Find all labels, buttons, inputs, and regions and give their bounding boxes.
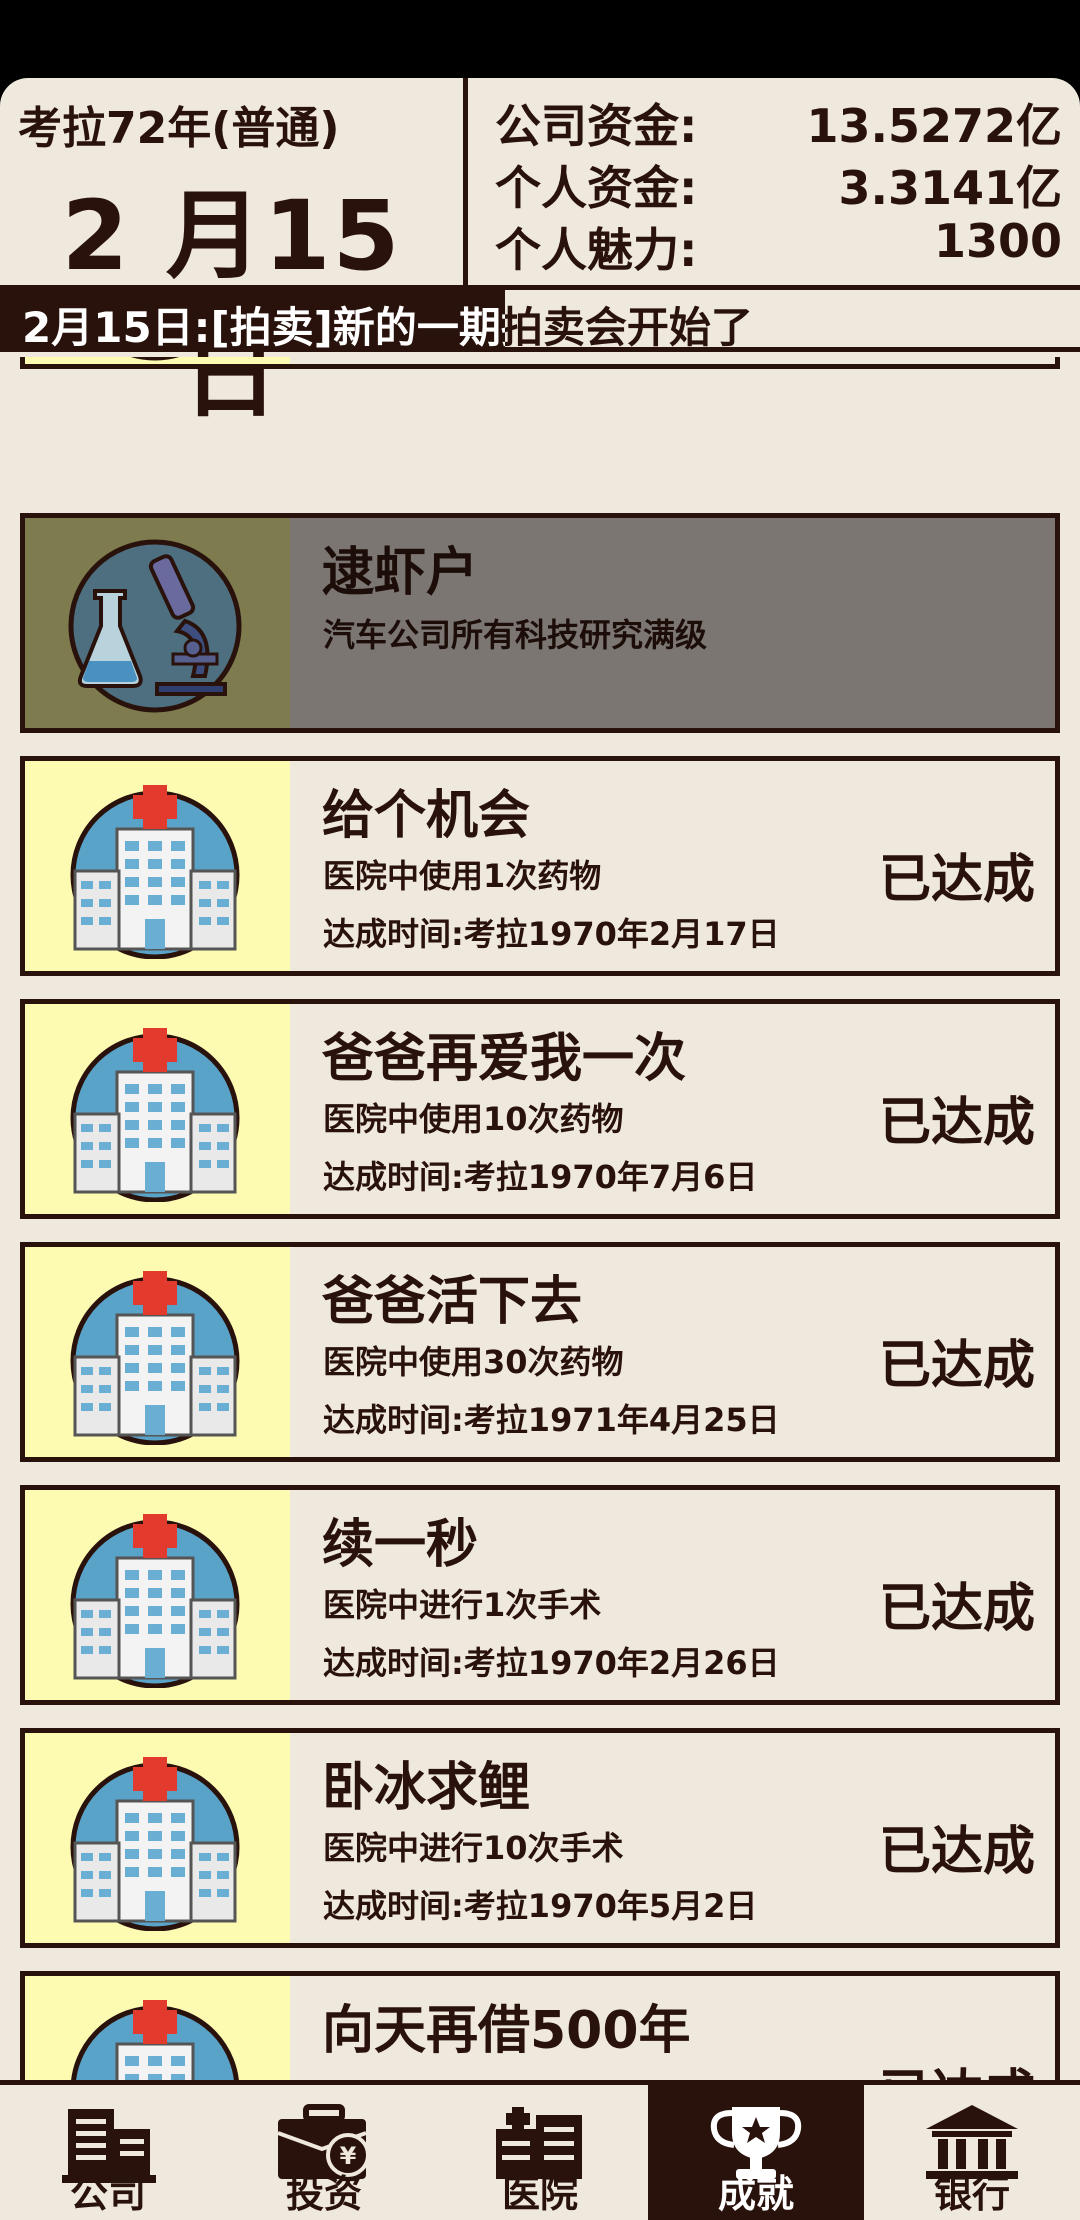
funds-panel: 公司资金: 13.5272亿 个人资金: 3.3141亿 个人魅力: 1300 bbox=[473, 78, 1080, 290]
company-funds-row: 公司资金: 13.5272亿 bbox=[495, 90, 1062, 153]
news-ticker[interactable]: 2月15日:[拍卖]新的一期拍卖会开始了 bbox=[0, 290, 1080, 352]
achievement-title: 爸爸再爱我一次 bbox=[322, 1029, 687, 1089]
achievement-thumb bbox=[25, 1976, 290, 2080]
achievement-status: 已达成 bbox=[878, 1336, 1035, 1396]
lab-icon bbox=[130, 357, 180, 361]
hospital-icon bbox=[70, 1514, 240, 1688]
charm-row: 个人魅力: 1300 bbox=[495, 214, 1062, 277]
achievement-thumb bbox=[25, 1004, 290, 1214]
nav-tab-achievements[interactable]: 成就 bbox=[648, 2085, 864, 2220]
achievement-time: 达成时间:考拉1970年7月6日 bbox=[323, 1158, 758, 1196]
charm-label: 个人魅力: bbox=[495, 223, 698, 277]
company-funds-label: 公司资金: bbox=[495, 99, 698, 153]
achievement-desc: 医院中使用1次药物 bbox=[323, 857, 602, 895]
achievement-desc: 医院中进行1次手术 bbox=[323, 1586, 602, 1624]
achievement-desc: 汽车公司所有科技研究满级 bbox=[323, 616, 708, 654]
year-label: 考拉72年(普通) bbox=[18, 103, 340, 154]
achievement-card[interactable]: 卧冰求鲤 医院中进行10次手术 达成时间:考拉1970年5月2日 已达成 bbox=[20, 1728, 1060, 1948]
achievement-desc: 医院中使用30次药物 bbox=[323, 1343, 624, 1381]
bottom-nav: 公司 ¥ 投资 医院 成就 银行 bbox=[0, 2080, 1080, 2220]
achievement-card[interactable]: 爸爸再爱我一次 医院中使用10次药物 达成时间:考拉1970年7月6日 已达成 bbox=[20, 999, 1060, 1219]
achievement-time: 达成时间:考拉1970年5月2日 bbox=[323, 1887, 758, 1925]
achievement-title: 卧冰求鲤 bbox=[322, 1758, 531, 1818]
personal-funds-label: 个人资金: bbox=[495, 161, 698, 215]
achievement-thumb bbox=[25, 1490, 290, 1700]
achievement-status: 已达成 bbox=[879, 2052, 1035, 2080]
charm-value: 1300 bbox=[933, 214, 1062, 268]
achievement-card[interactable]: 向天再借500年 已达成 bbox=[20, 1971, 1060, 2080]
achievement-desc: 医院中进行10次手术 bbox=[323, 1829, 624, 1867]
hospital-icon bbox=[70, 1028, 240, 1202]
hospital-icon bbox=[71, 2000, 239, 2080]
nav-label: 投资 bbox=[285, 2172, 362, 2216]
nav-tab-company[interactable]: 公司 bbox=[0, 2085, 216, 2220]
achievement-status: 已达成 bbox=[878, 1822, 1035, 1882]
achievement-status: 已达成 bbox=[878, 850, 1035, 910]
nav-tab-investment[interactable]: ¥ 投资 bbox=[216, 2085, 432, 2220]
status-header: 考拉72年(普通) 2 月15 日 公司资金: 13.5272亿 个人资金: 3… bbox=[0, 78, 1080, 431]
achievement-card[interactable]: 爸爸活下去 医院中使用30次药物 达成时间:考拉1971年4月25日 已达成 bbox=[20, 1242, 1060, 1462]
lab-icon bbox=[68, 539, 242, 713]
hospital-icon bbox=[70, 785, 240, 959]
achievement-time: 达成时间:考拉1971年4月25日 bbox=[323, 1401, 780, 1439]
hospital-icon bbox=[70, 1757, 240, 1931]
achievement-title: 续一秒 bbox=[322, 1515, 479, 1575]
nav-tab-hospital[interactable]: 医院 bbox=[432, 2085, 648, 2220]
achievement-thumb bbox=[25, 1733, 290, 1943]
achievement-status: 已达成 bbox=[878, 1093, 1035, 1153]
achievement-card-partial bbox=[20, 357, 1060, 369]
achievement-status: 已达成 bbox=[878, 1579, 1035, 1639]
nav-label: 医院 bbox=[501, 2172, 578, 2216]
achievement-card[interactable]: 逮虾户 汽车公司所有科技研究满级 bbox=[20, 513, 1060, 733]
achievement-time: 达成时间:考拉1970年2月17日 bbox=[323, 915, 780, 953]
achievement-title: 逮虾户 bbox=[322, 543, 479, 603]
achievement-card[interactable]: 给个机会 医院中使用1次药物 达成时间:考拉1970年2月17日 已达成 bbox=[20, 756, 1060, 976]
achievement-title: 向天再借500年 bbox=[322, 2001, 691, 2061]
achievement-time: 达成时间:考拉1970年2月26日 bbox=[323, 1644, 780, 1682]
achievement-thumb bbox=[25, 357, 290, 364]
achievement-thumb bbox=[25, 518, 290, 728]
hospital-icon bbox=[70, 1271, 240, 1445]
personal-funds-row: 个人资金: 3.3141亿 bbox=[495, 152, 1062, 215]
achievement-title: 爸爸活下去 bbox=[322, 1272, 583, 1332]
personal-funds-value: 3.3141亿 bbox=[838, 161, 1062, 215]
company-funds-value: 13.5272亿 bbox=[806, 99, 1062, 153]
news-text: 2月15日:[拍卖]新的一期拍卖会开始了 bbox=[22, 294, 753, 355]
achievement-thumb bbox=[25, 761, 290, 971]
achievement-card[interactable]: 续一秒 医院中进行1次手术 达成时间:考拉1970年2月26日 已达成 bbox=[20, 1485, 1060, 1705]
achievement-desc: 医院中使用10次药物 bbox=[323, 1100, 624, 1138]
achievement-list[interactable]: 逮虾户 汽车公司所有科技研究满级 给个机会 医院中使用1次药物 达成时间:考拉1… bbox=[0, 357, 1080, 2080]
achievement-title: 给个机会 bbox=[322, 786, 531, 846]
date-panel: 考拉72年(普通) 2 月15 日 bbox=[0, 78, 468, 431]
nav-tab-bank[interactable]: 银行 bbox=[864, 2085, 1080, 2220]
nav-label: 银行 bbox=[933, 2172, 1010, 2216]
app-screen: 考拉72年(普通) 2 月15 日 公司资金: 13.5272亿 个人资金: 3… bbox=[0, 78, 1080, 2220]
achievement-thumb bbox=[25, 1247, 290, 1457]
nav-label: 公司 bbox=[69, 2172, 146, 2216]
nav-label: 成就 bbox=[717, 2172, 794, 2216]
